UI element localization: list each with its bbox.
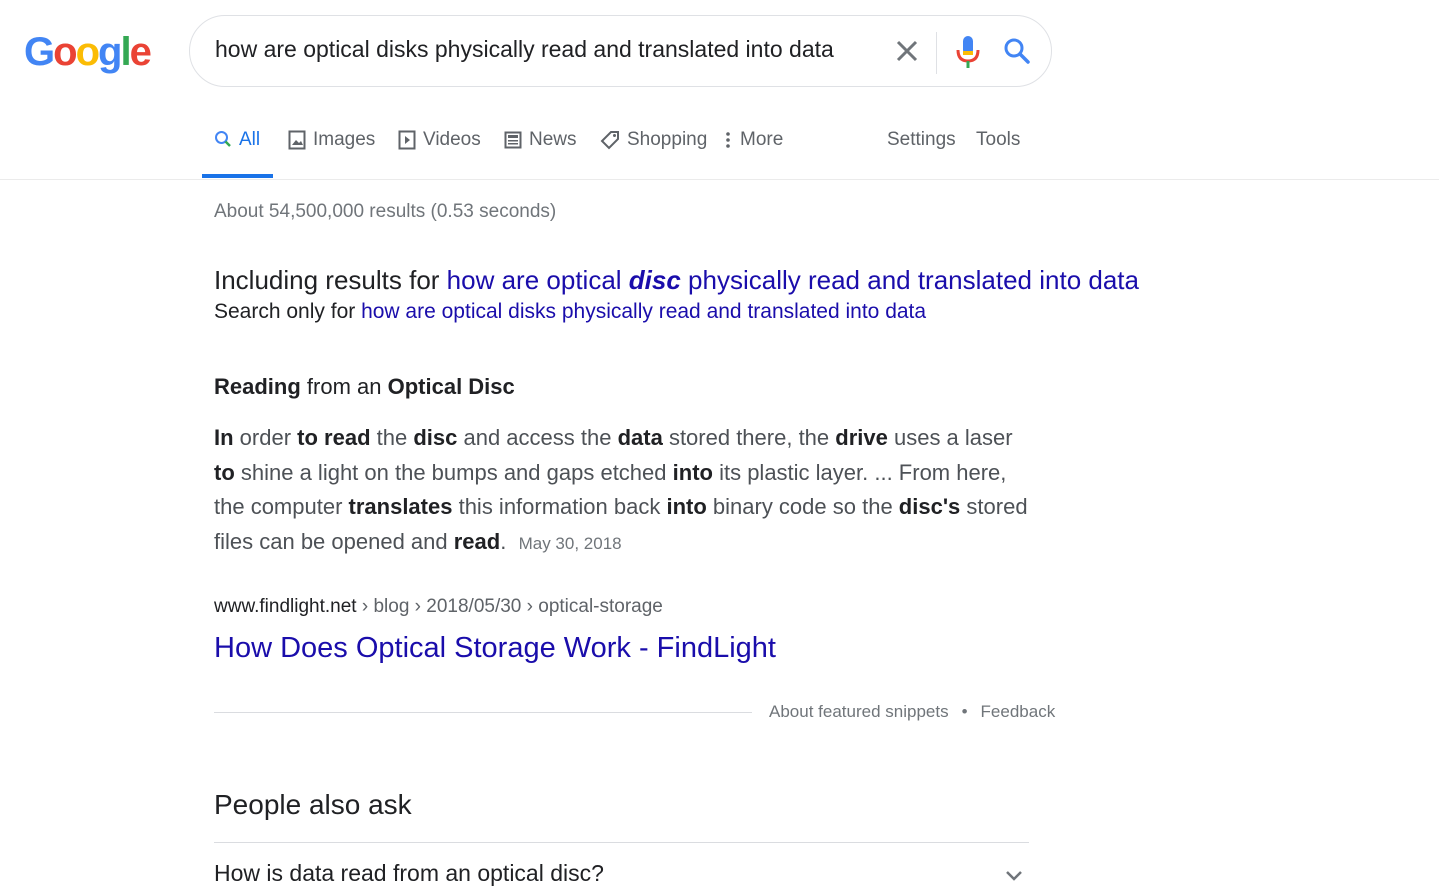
- snippet-text: and access the: [457, 425, 618, 450]
- snippet-title-text: from an: [300, 374, 388, 399]
- result-stats: About 54,500,000 results (0.53 seconds): [214, 201, 557, 222]
- snippet-bold: data: [617, 425, 663, 450]
- snippet-bold: translates: [348, 494, 453, 520]
- snippet-bold: into: [672, 459, 713, 485]
- snippet-date: May 30, 2018: [518, 534, 622, 554]
- close-icon: [896, 40, 918, 62]
- snippet-text: .: [500, 529, 507, 555]
- search-input[interactable]: how are optical disks physically read an…: [215, 36, 834, 63]
- snippet-bold: drive: [835, 425, 888, 450]
- tab-label: Videos: [423, 129, 481, 150]
- search-tabs: All Images Videos News Shopping More Set…: [0, 100, 1439, 180]
- search-icon: [215, 131, 231, 147]
- tab-label: All: [239, 129, 261, 150]
- original-query-link[interactable]: how are optical disks physically read an…: [361, 300, 926, 323]
- snippet-title: Reading from an Optical Disc: [214, 374, 515, 400]
- separator-dot: •: [961, 702, 968, 721]
- snippet-text: uses a laser: [887, 425, 1013, 450]
- tab-label: News: [529, 129, 577, 150]
- tab-label: More: [740, 129, 784, 150]
- video-icon: [398, 130, 416, 150]
- search-icon: [1004, 38, 1030, 64]
- corrected-part: physically read and translated into data: [680, 265, 1139, 295]
- paa-question[interactable]: How is data read from an optical disc?: [214, 860, 604, 887]
- snippet-text: binary code so the: [706, 494, 899, 520]
- voice-search-button[interactable]: [954, 34, 982, 70]
- snippet-title-bold: Optical Disc: [387, 374, 515, 399]
- snippet-text: the: [370, 425, 414, 450]
- logo-letter: o: [75, 30, 100, 74]
- result-url: www.findlight.net › blog › 2018/05/30 › …: [214, 596, 663, 618]
- tab-more[interactable]: More: [724, 129, 783, 151]
- including-prefix: Including results for: [214, 265, 447, 295]
- search-box[interactable]: how are optical disks physically read an…: [189, 15, 1052, 87]
- image-icon: [288, 130, 306, 150]
- logo-letter: o: [53, 30, 77, 74]
- corrected-part: how are optical: [446, 265, 629, 295]
- microphone-icon: [956, 36, 980, 68]
- logo-letter: l: [120, 30, 131, 74]
- divider: [214, 712, 752, 713]
- tab-images[interactable]: Images: [288, 129, 375, 151]
- logo-letter: G: [24, 30, 55, 74]
- divider: [936, 32, 937, 74]
- paa-expand-button[interactable]: [1003, 866, 1025, 886]
- about-featured-snippets-link[interactable]: About featured snippets: [769, 702, 949, 721]
- tab-label: Shopping: [627, 129, 708, 150]
- google-logo[interactable]: Google: [24, 28, 152, 76]
- settings-link[interactable]: Settings: [887, 129, 956, 151]
- more-vert-icon: [726, 132, 730, 148]
- corrected-query-link[interactable]: how are optical disc physically read and…: [447, 265, 1139, 295]
- clear-button[interactable]: [893, 36, 921, 66]
- result-title-link[interactable]: How Does Optical Storage Work - FindLigh…: [214, 632, 776, 665]
- logo-letter: g: [98, 30, 122, 74]
- logo-letter: e: [129, 30, 152, 74]
- tab-all[interactable]: All: [214, 129, 260, 151]
- search-only-for: Search only for how are optical disks ph…: [214, 300, 926, 324]
- snippet-bold: read: [453, 529, 501, 555]
- corrected-word: disc: [628, 265, 681, 295]
- snippet-text: shine a light on the bumps and gaps etch…: [234, 459, 673, 485]
- including-results: Including results for how are optical di…: [214, 265, 1139, 296]
- snippet-bold: disc: [413, 425, 458, 450]
- snippet-bold: to: [214, 459, 235, 485]
- result-domain: www.findlight.net: [214, 596, 357, 617]
- snippet-bold: disc's: [898, 494, 961, 520]
- snippet-footer: About featured snippets • Feedback: [769, 702, 1055, 722]
- active-tab-indicator: [202, 174, 273, 178]
- tab-videos[interactable]: Videos: [398, 129, 481, 151]
- tab-label: Images: [313, 129, 376, 150]
- snippet-text: stored there, the: [662, 425, 836, 450]
- result-path: › blog › 2018/05/30 › optical-storage: [356, 596, 663, 617]
- snippet-bold: to read: [297, 425, 371, 450]
- search-button[interactable]: [1002, 36, 1032, 66]
- news-icon: [504, 131, 522, 149]
- snippet-bold: into: [666, 494, 707, 520]
- snippet-text: this information back: [452, 494, 667, 520]
- tab-shopping[interactable]: Shopping: [600, 129, 707, 151]
- chevron-down-icon: [1006, 871, 1022, 881]
- tag-icon: [600, 131, 619, 150]
- snippet-bold: In: [214, 425, 234, 450]
- search-only-prefix: Search only for: [214, 300, 362, 323]
- snippet-title-bold: Reading: [214, 374, 301, 399]
- people-also-ask-heading: People also ask: [214, 789, 412, 820]
- snippet-text: order: [233, 425, 298, 450]
- divider: [214, 842, 1029, 843]
- tab-news[interactable]: News: [504, 129, 577, 151]
- feedback-link[interactable]: Feedback: [981, 702, 1056, 721]
- tools-link[interactable]: Tools: [976, 129, 1020, 151]
- featured-snippet-text: In order to read the disc and access the…: [214, 421, 1029, 562]
